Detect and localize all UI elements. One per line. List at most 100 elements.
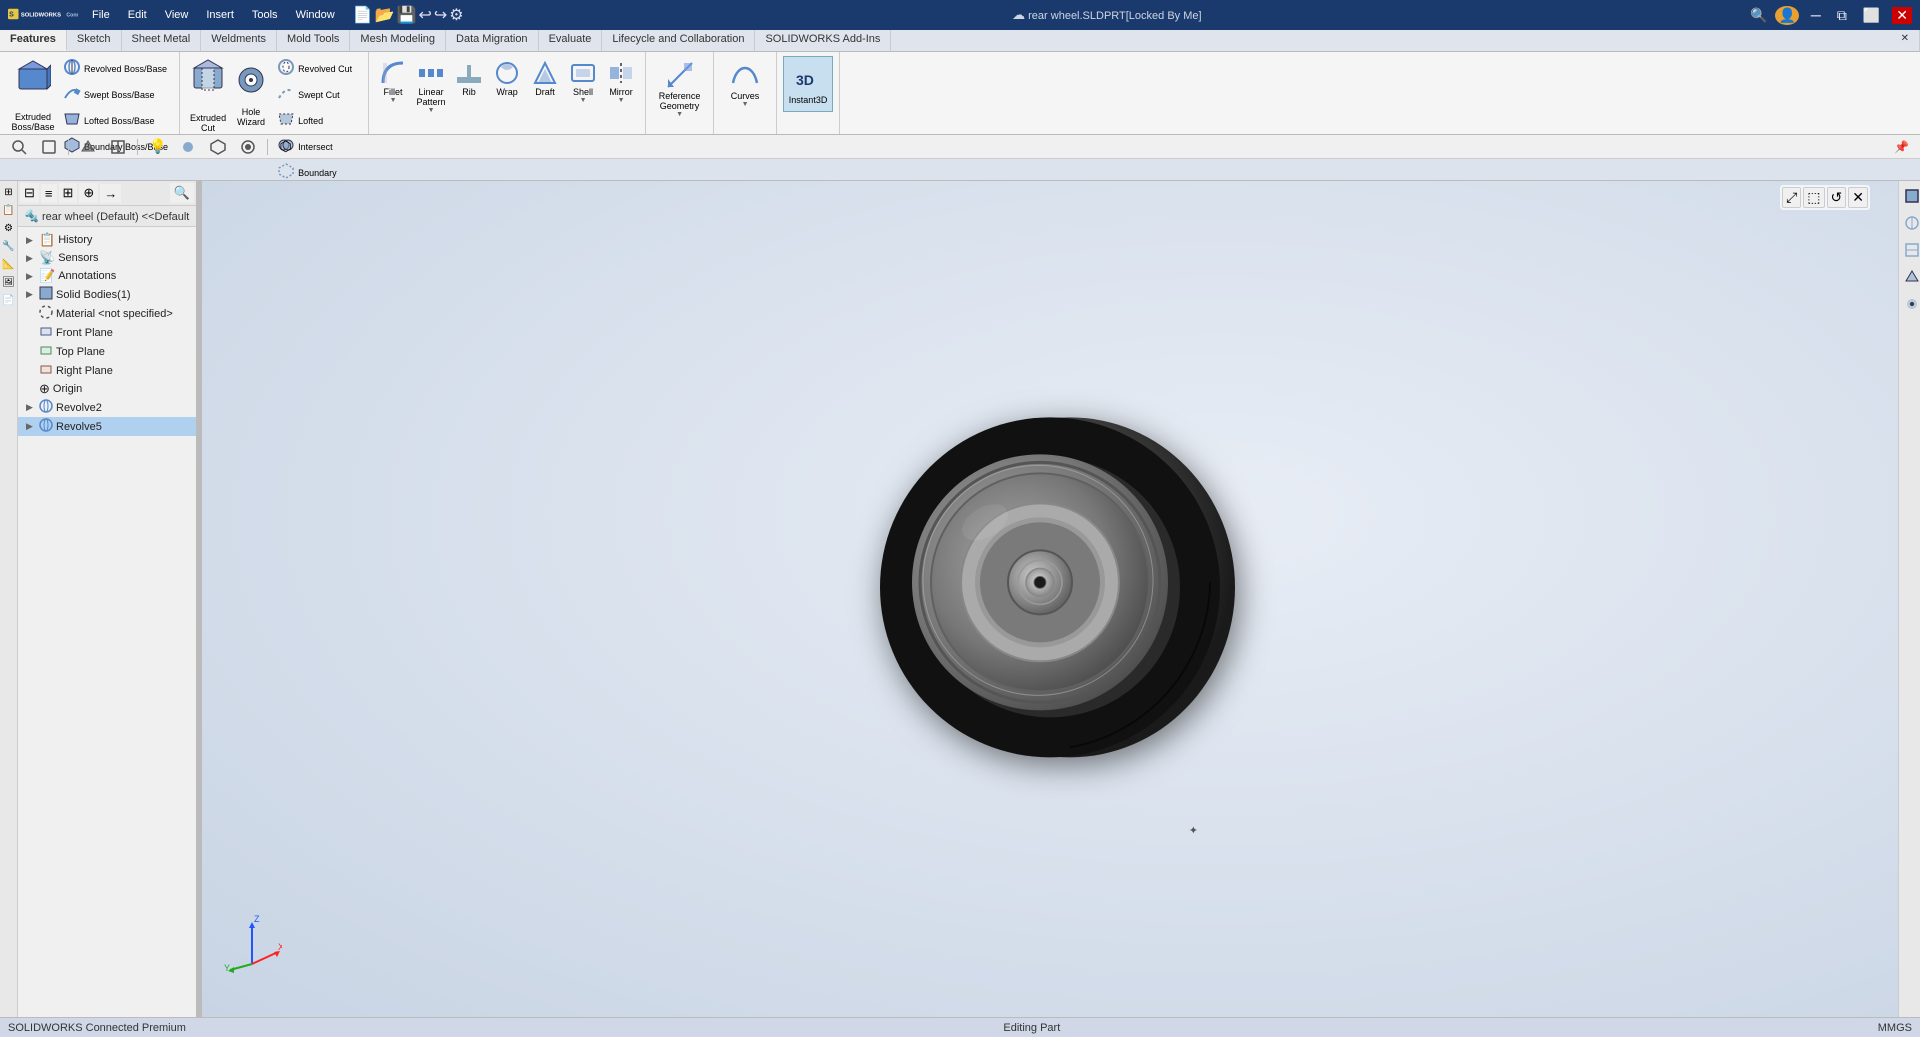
filter-btn[interactable]: ⊞ bbox=[3, 185, 13, 200]
revolved-boss-base-btn[interactable]: Revolved Boss/Base bbox=[58, 56, 173, 81]
docprop-btn[interactable]: 📄 bbox=[1, 293, 15, 308]
minimize-button[interactable]: ─ bbox=[1807, 7, 1825, 23]
tile-button[interactable]: ⧉ bbox=[1833, 7, 1851, 24]
rib-btn[interactable]: Rib bbox=[451, 56, 487, 130]
hole-wizard-btn[interactable]: HoleWizard bbox=[232, 56, 270, 185]
tab-features[interactable]: Features bbox=[0, 30, 67, 51]
viewport-area[interactable]: ⤢ ⬚ ↺ ✕ bbox=[202, 181, 1898, 1017]
revolved-cut-btn[interactable]: Revolved Cut bbox=[272, 56, 362, 81]
arrow-btn[interactable]: → bbox=[100, 184, 121, 203]
curves-label: Curves bbox=[731, 91, 760, 101]
panel-search-btn[interactable]: 🔍 bbox=[170, 183, 194, 203]
section-view-btn[interactable] bbox=[105, 137, 131, 157]
lofted-cut-btn[interactable]: Lofted bbox=[272, 108, 362, 133]
menu-tools[interactable]: Tools bbox=[244, 7, 286, 23]
tab-sketch[interactable]: Sketch bbox=[67, 30, 122, 51]
reference-geometry-btn[interactable]: ReferenceGeometry ▼ bbox=[652, 56, 707, 121]
wrap-btn[interactable]: Wrap bbox=[489, 56, 525, 130]
instant3d-btn[interactable]: 3D Instant3D bbox=[783, 56, 833, 112]
vt-pan-btn[interactable]: ⬚ bbox=[1803, 187, 1824, 208]
filter-tree-btn[interactable]: ⊟ bbox=[20, 183, 39, 203]
tree-item-top-plane[interactable]: ▶ Top Plane bbox=[18, 342, 196, 361]
view-setting-btn[interactable] bbox=[235, 137, 261, 157]
swept-cut-btn[interactable]: Swept Cut bbox=[272, 82, 362, 107]
tab-addins[interactable]: SOLIDWORKS Add-Ins bbox=[755, 30, 891, 51]
zoom-to-fit-btn[interactable] bbox=[6, 137, 32, 157]
new-button[interactable]: 📄 bbox=[353, 5, 373, 25]
dimmgr-btn[interactable]: 📐 bbox=[1, 257, 15, 272]
restore-button[interactable]: ⬜ bbox=[1859, 7, 1884, 24]
menu-file[interactable]: File bbox=[84, 7, 118, 23]
tree-item-revolve2[interactable]: ▶ Revolve2 bbox=[18, 398, 196, 417]
right-btn-4[interactable] bbox=[1901, 266, 1918, 291]
mirror-btn[interactable]: Mirror ▼ bbox=[603, 56, 639, 130]
pin-btn[interactable]: 📌 bbox=[1889, 138, 1914, 156]
expand-all-btn[interactable]: ⊞ bbox=[59, 183, 78, 203]
menu-window[interactable]: Window bbox=[288, 7, 343, 23]
tree-item-history[interactable]: ▶ 📋 History bbox=[18, 231, 196, 249]
tree-item-annotations[interactable]: ▶ 📝 Annotations bbox=[18, 267, 196, 285]
linear-pattern-btn[interactable]: LinearPattern ▼ bbox=[413, 56, 449, 130]
tab-lifecycle[interactable]: Lifecycle and Collaboration bbox=[602, 30, 755, 51]
tab-weldments[interactable]: Weldments bbox=[201, 30, 277, 51]
rib-label: Rib bbox=[462, 87, 476, 97]
lofted-boss-base-btn[interactable]: Lofted Boss/Base bbox=[58, 108, 173, 133]
tab-data-migration[interactable]: Data Migration bbox=[446, 30, 539, 51]
propertymgr-btn[interactable]: ⚙ bbox=[3, 221, 14, 236]
vt-rotate-btn[interactable]: ↺ bbox=[1827, 187, 1847, 208]
extruded-cut-label: ExtrudedCut bbox=[190, 113, 226, 133]
vt-close-btn[interactable]: ✕ bbox=[1848, 187, 1868, 208]
link-btn[interactable]: ⊕ bbox=[79, 183, 98, 203]
swept-boss-base-btn[interactable]: Swept Boss/Base bbox=[58, 82, 173, 107]
right-btn-5[interactable] bbox=[1901, 293, 1918, 318]
undo-button[interactable]: ↩ bbox=[418, 5, 431, 25]
tree-item-solid-bodies[interactable]: ▶ Solid Bodies(1) bbox=[18, 285, 196, 304]
titlebar-drag2 bbox=[1202, 0, 1750, 30]
inner-main: ⊟ ≡ ⊞ ⊕ → 🔍 🔩 rear wheel (Default) <<Def… bbox=[18, 181, 1920, 1017]
search-icon[interactable]: 🔍 bbox=[1750, 7, 1767, 24]
notifications-icon[interactable]: 👤 bbox=[1775, 6, 1798, 25]
scene-btn[interactable] bbox=[205, 137, 231, 157]
collapse-all-btn[interactable]: ≡ bbox=[41, 184, 57, 203]
featuretree-btn[interactable]: 📋 bbox=[1, 203, 15, 218]
lofted-boss-base-icon bbox=[63, 110, 81, 131]
wheel-svg bbox=[840, 377, 1260, 777]
save-button[interactable]: 💾 bbox=[397, 5, 417, 25]
shell-btn[interactable]: Shell ▼ bbox=[565, 56, 601, 130]
draft-btn[interactable]: Draft bbox=[527, 56, 563, 130]
ribbon-group-features: Fillet ▼ LinearPattern ▼ Rib Wrap bbox=[369, 52, 646, 134]
close-button[interactable]: ✕ bbox=[1892, 7, 1912, 24]
tree-item-front-plane[interactable]: ▶ Front Plane bbox=[18, 323, 196, 342]
tree-item-revolve5[interactable]: ▶ Revolve5 bbox=[18, 417, 196, 436]
display-state-btn[interactable]: ⬡ bbox=[274, 136, 296, 157]
displaymgr-btn[interactable]: 🖼 bbox=[1, 275, 16, 290]
fillet-btn[interactable]: Fillet ▼ bbox=[375, 56, 411, 130]
menu-edit[interactable]: Edit bbox=[120, 7, 155, 23]
tab-mold-tools[interactable]: Mold Tools bbox=[277, 30, 350, 51]
options-button[interactable]: ⚙ bbox=[449, 5, 463, 25]
menu-insert[interactable]: Insert bbox=[198, 7, 242, 23]
open-button[interactable]: 📂 bbox=[375, 5, 395, 25]
tree-item-sensors[interactable]: ▶ 📡 Sensors bbox=[18, 249, 196, 267]
hide-show-btn[interactable]: 💡 bbox=[144, 136, 171, 157]
extruded-cut-btn[interactable]: ExtrudedCut bbox=[186, 56, 230, 185]
menu-view[interactable]: View bbox=[157, 7, 197, 23]
tab-mesh-modeling[interactable]: Mesh Modeling bbox=[350, 30, 446, 51]
tree-item-material[interactable]: ▶ Material <not specified> bbox=[18, 304, 196, 323]
redo-button[interactable]: ↪ bbox=[434, 5, 447, 25]
right-btn-1[interactable] bbox=[1901, 185, 1918, 210]
tree-item-right-plane[interactable]: ▶ Right Plane bbox=[18, 361, 196, 380]
edit-appearance-btn[interactable] bbox=[175, 137, 201, 157]
vt-zoom-btn[interactable]: ⤢ bbox=[1782, 187, 1801, 208]
tab-close[interactable]: ✕ bbox=[1891, 30, 1920, 51]
right-btn-3[interactable] bbox=[1901, 239, 1918, 264]
configmgr-btn[interactable]: 🔧 bbox=[1, 239, 15, 254]
tab-evaluate[interactable]: Evaluate bbox=[539, 30, 603, 51]
curves-btn[interactable]: Curves ▼ bbox=[720, 56, 770, 111]
revolve5-icon bbox=[39, 418, 53, 435]
tab-sheet-metal[interactable]: Sheet Metal bbox=[122, 30, 202, 51]
tree-item-origin[interactable]: ▶ ⊕ Origin bbox=[18, 380, 196, 398]
display-style-btn[interactable] bbox=[75, 137, 101, 157]
view-orient-btn[interactable] bbox=[36, 137, 62, 157]
right-btn-2[interactable] bbox=[1901, 212, 1918, 237]
